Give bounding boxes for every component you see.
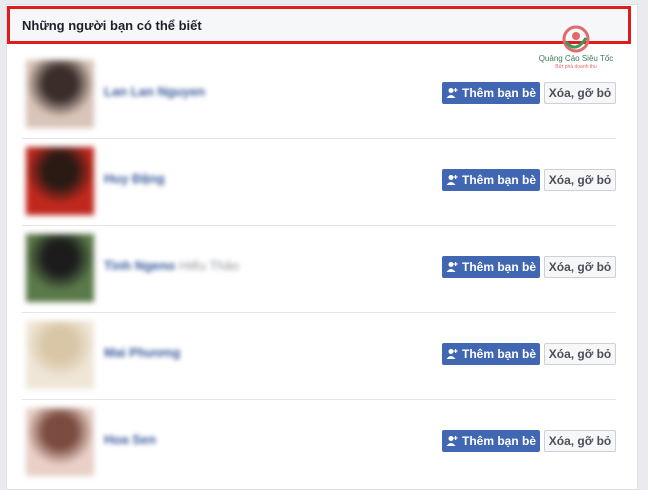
- avatar[interactable]: [26, 234, 94, 302]
- profile-name-link[interactable]: Hoa Sen: [104, 432, 160, 447]
- remove-button[interactable]: Xóa, gỡ bỏ: [544, 82, 616, 104]
- remove-label: Xóa, gỡ bỏ: [548, 260, 612, 274]
- remove-button[interactable]: Xóa, gỡ bỏ: [544, 256, 616, 278]
- remove-label: Xóa, gỡ bỏ: [548, 173, 612, 187]
- avatar[interactable]: [26, 60, 94, 128]
- suggestion-list: Lan Lan Nguyen Thêm bạn bè Xóa, gỡ bỏ Hu…: [22, 52, 616, 486]
- add-friend-label: Thêm bạn bè: [461, 347, 536, 361]
- add-friend-icon: [446, 262, 458, 272]
- profile-name-link[interactable]: Lan Lan Nguyen: [104, 84, 209, 99]
- avatar[interactable]: [26, 408, 94, 476]
- avatar[interactable]: [26, 321, 94, 389]
- add-friend-icon: [446, 436, 458, 446]
- profile-name: Lan Lan Nguyen: [104, 84, 206, 99]
- remove-button[interactable]: Xóa, gỡ bỏ: [544, 343, 616, 365]
- section-title: Những người bạn có thể biết: [22, 17, 202, 33]
- add-friend-label: Thêm bạn bè: [461, 260, 536, 274]
- add-friend-button[interactable]: Thêm bạn bè: [442, 169, 540, 191]
- add-friend-label: Thêm bạn bè: [461, 434, 536, 448]
- suggestion-row: Lan Lan Nguyen Thêm bạn bè Xóa, gỡ bỏ: [22, 52, 616, 139]
- add-friend-label: Thêm bạn bè: [461, 173, 536, 187]
- remove-label: Xóa, gỡ bỏ: [548, 86, 612, 100]
- suggestion-row: Mai Phương Thêm bạn bè Xóa, gỡ bỏ: [22, 313, 616, 400]
- remove-label: Xóa, gỡ bỏ: [548, 434, 612, 448]
- add-friend-icon: [446, 175, 458, 185]
- profile-name: Huy Đặng: [104, 171, 165, 186]
- add-friend-icon: [446, 88, 458, 98]
- remove-label: Xóa, gỡ bỏ: [548, 347, 612, 361]
- remove-button[interactable]: Xóa, gỡ bỏ: [544, 169, 616, 191]
- suggestion-row: Tinh Ngeno Hiếu Thảo Thêm bạn bè Xóa, gỡ …: [22, 226, 616, 313]
- add-friend-icon: [446, 349, 458, 359]
- avatar[interactable]: [26, 147, 94, 215]
- suggestion-row: Huy Đặng Thêm bạn bè Xóa, gỡ bỏ: [22, 139, 616, 226]
- profile-name-link[interactable]: Huy Đặng: [104, 171, 169, 186]
- add-friend-label: Thêm bạn bè: [461, 86, 536, 100]
- profile-name: Hoa Sen: [104, 432, 157, 447]
- profile-name-link[interactable]: Mai Phương: [104, 345, 184, 360]
- add-friend-button[interactable]: Thêm bạn bè: [442, 343, 540, 365]
- add-friend-button[interactable]: Thêm bạn bè: [442, 82, 540, 104]
- profile-name: Mai Phương: [104, 345, 181, 360]
- add-friend-button[interactable]: Thêm bạn bè: [442, 430, 540, 452]
- remove-button[interactable]: Xóa, gỡ bỏ: [544, 430, 616, 452]
- mutual-info: Hiếu Thảo: [179, 258, 240, 273]
- suggestion-row: Hoa Sen Thêm bạn bè Xóa, gỡ bỏ: [22, 400, 616, 486]
- profile-name-link[interactable]: Tinh Ngeno Hiếu Thảo: [104, 258, 239, 273]
- profile-name: Tinh Ngeno: [104, 258, 176, 273]
- brand-logo-icon: [562, 25, 590, 53]
- add-friend-button[interactable]: Thêm bạn bè: [442, 256, 540, 278]
